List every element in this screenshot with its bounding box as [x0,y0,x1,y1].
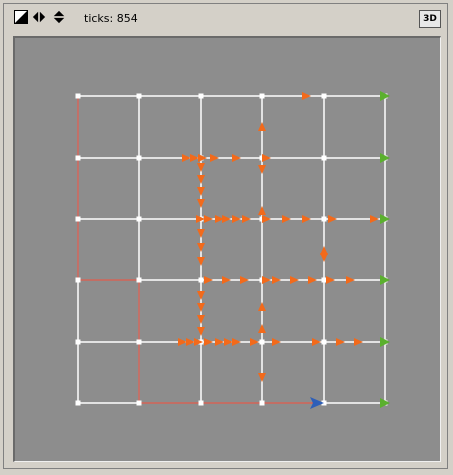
car[interactable] [204,338,213,346]
car[interactable] [312,338,321,346]
car[interactable] [250,338,259,346]
car[interactable] [197,199,205,208]
car[interactable] [328,215,337,223]
up-down-arrows-icon[interactable] [52,10,66,24]
intersection-node [136,277,142,283]
speed-arrows-icon[interactable] [32,10,46,24]
car[interactable] [272,338,281,346]
world-view[interactable] [13,36,441,462]
car[interactable] [354,338,363,346]
ticks-counter: ticks: 854 [84,12,138,25]
car[interactable] [262,276,271,284]
car[interactable] [222,276,231,284]
car[interactable] [302,92,311,100]
toolbar: ticks: 854 3D [4,4,447,34]
car[interactable] [197,243,205,252]
car[interactable] [326,276,335,284]
car[interactable] [258,206,266,215]
car[interactable] [346,276,355,284]
car[interactable] [232,338,241,346]
car[interactable] [197,175,205,184]
car[interactable] [197,315,205,324]
road-grid [77,95,386,404]
car[interactable] [178,338,187,346]
car[interactable] [290,276,299,284]
car[interactable] [272,276,281,284]
car[interactable] [182,154,191,162]
intersection-node [259,93,265,99]
car[interactable] [370,215,379,223]
intersection-node [136,400,142,406]
car[interactable] [232,215,241,223]
car[interactable] [204,276,213,284]
car[interactable] [197,303,205,312]
car[interactable] [258,302,266,311]
intersection-node [75,93,81,99]
car[interactable] [258,373,266,382]
car[interactable] [258,122,266,131]
car[interactable] [197,257,205,266]
intersection-node [321,216,327,222]
car[interactable] [190,154,199,162]
car[interactable] [215,338,224,346]
car[interactable] [197,291,205,300]
car[interactable] [258,165,266,174]
car[interactable] [242,215,251,223]
intersection-node [198,277,204,283]
intersection-node [198,400,204,406]
intersection-node [136,155,142,161]
car[interactable] [302,215,311,223]
car[interactable] [336,338,345,346]
car[interactable] [198,154,207,162]
intersection-node [75,339,81,345]
3d-view-button[interactable]: 3D [419,10,441,28]
edit-icon[interactable] [14,10,28,24]
intersection-node [136,216,142,222]
car[interactable] [320,253,328,262]
car[interactable] [282,215,291,223]
intersection-node [136,93,142,99]
intersection-nodes [75,93,388,406]
intersection-node [198,93,204,99]
intersection-node [321,339,327,345]
intersection-node [75,277,81,283]
intersection-node [321,155,327,161]
car[interactable] [258,324,266,333]
intersection-node [75,216,81,222]
car[interactable] [197,163,205,172]
intersection-node [259,400,265,406]
car[interactable] [204,215,213,223]
car[interactable] [210,154,219,162]
intersection-node [136,339,142,345]
car[interactable] [262,215,271,223]
car[interactable] [262,154,271,162]
car[interactable] [224,338,233,346]
car[interactable] [186,338,195,346]
intersection-node [321,277,327,283]
car[interactable] [222,215,231,223]
intersection-node [321,93,327,99]
car[interactable] [232,154,241,162]
car[interactable] [197,229,205,238]
intersection-node [259,339,265,345]
car[interactable] [240,276,249,284]
app-window: ticks: 854 3D [3,3,448,469]
cars [178,92,379,382]
car[interactable] [197,187,205,196]
car[interactable] [197,327,205,336]
traffic-grid [75,91,390,409]
intersection-node [75,400,81,406]
car[interactable] [308,276,317,284]
intersection-node [75,155,81,161]
